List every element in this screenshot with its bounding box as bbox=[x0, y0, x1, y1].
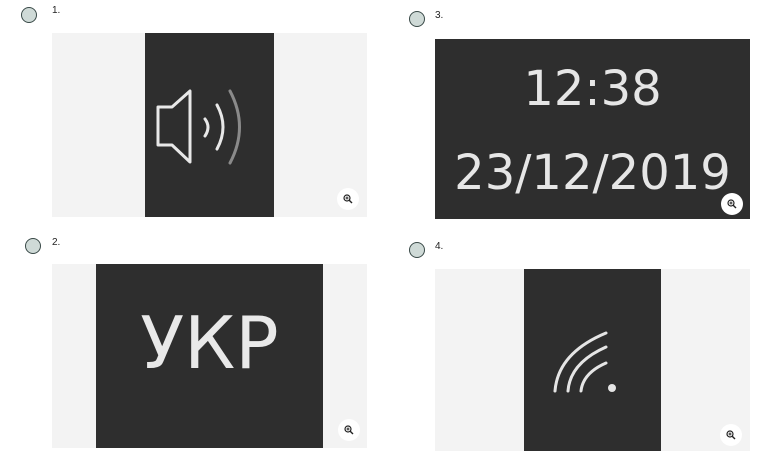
zoom-in-icon bbox=[726, 430, 736, 440]
option-2-image[interactable]: УКР bbox=[52, 264, 367, 448]
taskbar-tile bbox=[524, 269, 661, 451]
option-3-image[interactable]: 12:38 23/12/2019 bbox=[435, 39, 750, 219]
zoom-in-icon bbox=[344, 425, 354, 435]
option-3-number: 3. bbox=[435, 10, 444, 21]
option-1-image[interactable] bbox=[52, 33, 367, 217]
clock-time: 12:38 bbox=[523, 61, 662, 117]
clock-date: 23/12/2019 bbox=[454, 145, 731, 201]
speaker-icon bbox=[156, 89, 241, 165]
option-4-image[interactable] bbox=[435, 269, 750, 451]
zoom-in-icon bbox=[343, 194, 353, 204]
option-3-zoom-button[interactable] bbox=[721, 193, 743, 215]
wifi-icon bbox=[553, 331, 616, 393]
option-1-number: 1. bbox=[52, 5, 61, 16]
option-4-zoom-button[interactable] bbox=[720, 424, 742, 446]
option-2-zoom-button[interactable] bbox=[338, 419, 360, 441]
language-indicator: УКР bbox=[140, 301, 279, 385]
option-2-number: 2. bbox=[52, 237, 61, 248]
option-4-number: 4. bbox=[435, 241, 444, 252]
option-3-radio[interactable] bbox=[409, 11, 425, 27]
option-2-radio[interactable] bbox=[25, 238, 41, 254]
taskbar-tile: УКР bbox=[96, 264, 323, 448]
option-4-radio[interactable] bbox=[409, 242, 425, 258]
option-1-zoom-button[interactable] bbox=[337, 188, 359, 210]
taskbar-tile bbox=[145, 33, 274, 217]
zoom-in-icon bbox=[727, 199, 737, 209]
option-1-radio[interactable] bbox=[21, 7, 37, 23]
